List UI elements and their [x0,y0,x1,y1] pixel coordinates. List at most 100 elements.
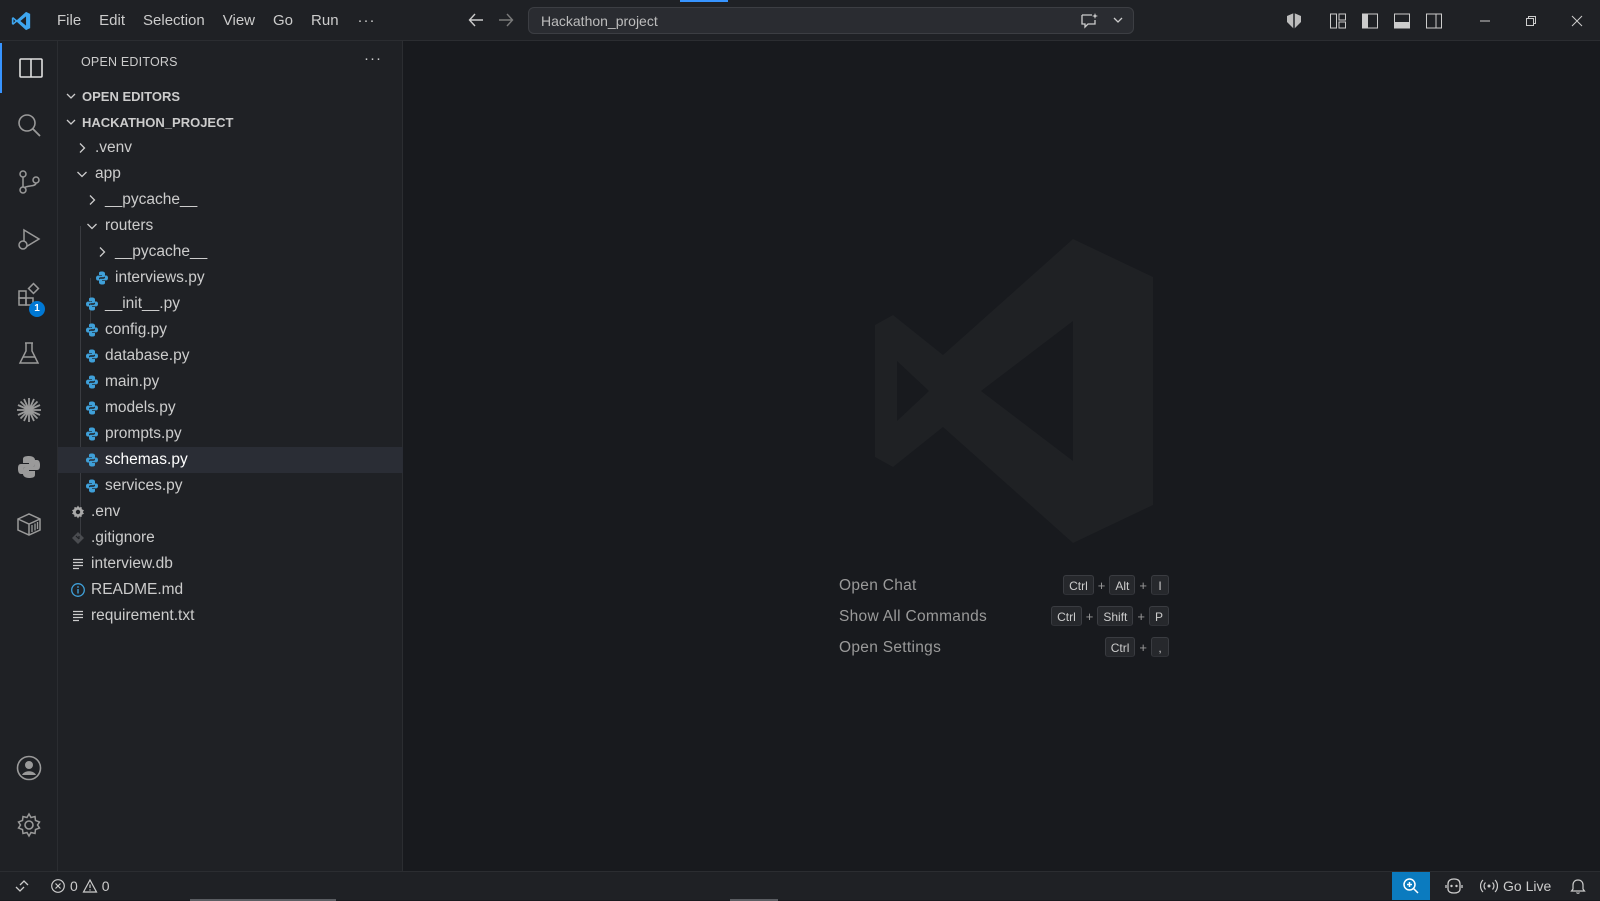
menu-view[interactable]: View [214,0,264,41]
notifications-button[interactable] [1566,872,1590,900]
minimize-icon [1480,20,1490,21]
tree-file-env[interactable]: .env [58,499,403,525]
tree-file-init[interactable]: __init__.py [58,291,403,317]
zoom-button[interactable] [1392,872,1430,900]
menu-file[interactable]: File [48,0,90,41]
python-file-icon [86,479,98,493]
activity-package[interactable] [0,499,58,549]
tree-file-interviews[interactable]: interviews.py [58,265,403,291]
activity-asterisk[interactable] [0,385,58,435]
key-alt: Alt [1109,575,1136,595]
key-shift: Shift [1097,606,1134,626]
toggle-secondary-sidebar-icon[interactable] [1424,11,1444,31]
customize-layout-icon[interactable] [1328,11,1348,31]
copilot-button[interactable] [1440,872,1468,900]
back-arrow-icon[interactable] [467,10,485,30]
toggle-panel-icon[interactable] [1392,11,1412,31]
tree-file-requirement[interactable]: requirement.txt [58,603,403,629]
key-ctrl: Ctrl [1063,575,1094,595]
shortcut-show-all-commands[interactable]: Show All Commands Ctrl + Shift + P [839,602,1169,633]
chevron-down-icon [66,93,76,99]
tree-folder-routers[interactable]: routers [58,213,403,239]
tree-folder-pycache[interactable]: __pycache__ [58,187,403,213]
copilot-shield-icon[interactable] [1284,11,1304,31]
menu-run[interactable]: Run [302,0,348,41]
activity-manage[interactable] [0,800,58,850]
activity-search[interactable] [0,100,58,150]
tree-file-models[interactable]: models.py [58,395,403,421]
menu-bar: File Edit Selection View Go Run ··· [48,0,386,41]
open-editors-title: OPEN EDITORS [82,88,181,104]
activity-explorer[interactable] [0,43,60,93]
sidebar-title: OPEN EDITORS [81,55,178,69]
problems-indicator[interactable]: 0 0 [50,872,110,900]
error-count: 0 [70,878,78,894]
accounts-icon [16,755,42,781]
git-diamond-icon [72,532,84,544]
python-file-icon [86,297,98,311]
tree-folder-app[interactable]: app [58,161,403,187]
chevron-down-icon [66,119,76,125]
activity-accounts[interactable] [0,743,58,793]
source-control-icon [19,170,40,194]
tree-file-main[interactable]: main.py [58,369,403,395]
tree-file-schemas[interactable]: schemas.py [58,447,403,473]
settings-gear-icon [17,812,41,838]
tree-folder-routers-pycache[interactable]: __pycache__ [58,239,403,265]
key-ctrl: Ctrl [1051,606,1082,626]
forward-arrow-icon[interactable] [497,10,515,30]
menu-edit[interactable]: Edit [90,0,134,41]
tree-file-interview-db[interactable]: interview.db [58,551,403,577]
activity-testing[interactable] [0,328,58,378]
minimize-button[interactable] [1462,0,1508,41]
chevron-down-icon [87,223,97,230]
testing-icon [18,342,40,364]
python-icon [18,456,40,478]
python-file-icon [86,401,98,415]
activity-bar: 1 [0,41,58,871]
activity-python[interactable] [0,442,58,492]
tree-folder-venv[interactable]: .venv [58,135,403,161]
activity-extensions[interactable]: 1 [0,271,58,321]
sidebar-more-icon[interactable]: ··· [364,50,382,67]
remote-icon [15,880,29,892]
go-live-button[interactable]: Go Live [1480,872,1551,900]
activity-run-debug[interactable] [0,214,58,264]
vscode-watermark-logo [875,239,1153,543]
activity-source-control[interactable] [0,157,58,207]
run-debug-icon [18,228,41,250]
python-file-icon [86,349,98,363]
broadcast-icon [1480,879,1498,893]
tree-file-services[interactable]: services.py [58,473,403,499]
shortcut-open-chat[interactable]: Open Chat Ctrl + Alt + I [839,571,1169,602]
key-i: I [1151,575,1169,595]
shortcut-open-settings[interactable]: Open Settings Ctrl + , [839,633,1169,664]
chat-sparkle-icon[interactable] [1079,12,1099,30]
title-accent-line [680,0,728,2]
restore-button[interactable] [1508,0,1554,41]
explorer-sidebar: OPEN EDITORS ··· OPEN EDITORS HACKATHON_… [58,41,403,871]
chevron-down-icon[interactable] [1111,13,1125,27]
toggle-primary-sidebar-icon[interactable] [1360,11,1380,31]
tree-file-prompts[interactable]: prompts.py [58,421,403,447]
tree-file-readme[interactable]: README.md [58,577,403,603]
error-icon [51,879,65,893]
remote-button[interactable] [0,872,44,900]
tree-file-database[interactable]: database.py [58,343,403,369]
menu-go[interactable]: Go [264,0,302,41]
chevron-down-icon [77,171,87,178]
menu-more-icon[interactable]: ··· [348,12,386,29]
python-file-icon [86,427,98,441]
project-title: HACKATHON_PROJECT [82,114,234,130]
menu-selection[interactable]: Selection [134,0,214,41]
explorer-icon [19,58,43,78]
command-center-search[interactable]: Hackathon_project [528,7,1134,34]
close-button[interactable] [1554,0,1600,41]
text-lines-icon [73,558,83,570]
title-bar-controls [1278,0,1600,41]
python-file-icon [96,271,108,285]
project-section[interactable]: HACKATHON_PROJECT [58,110,403,134]
open-editors-section[interactable]: OPEN EDITORS [58,84,403,108]
tree-file-gitignore[interactable]: .gitignore [58,525,403,551]
tree-file-config[interactable]: config.py [58,317,403,343]
